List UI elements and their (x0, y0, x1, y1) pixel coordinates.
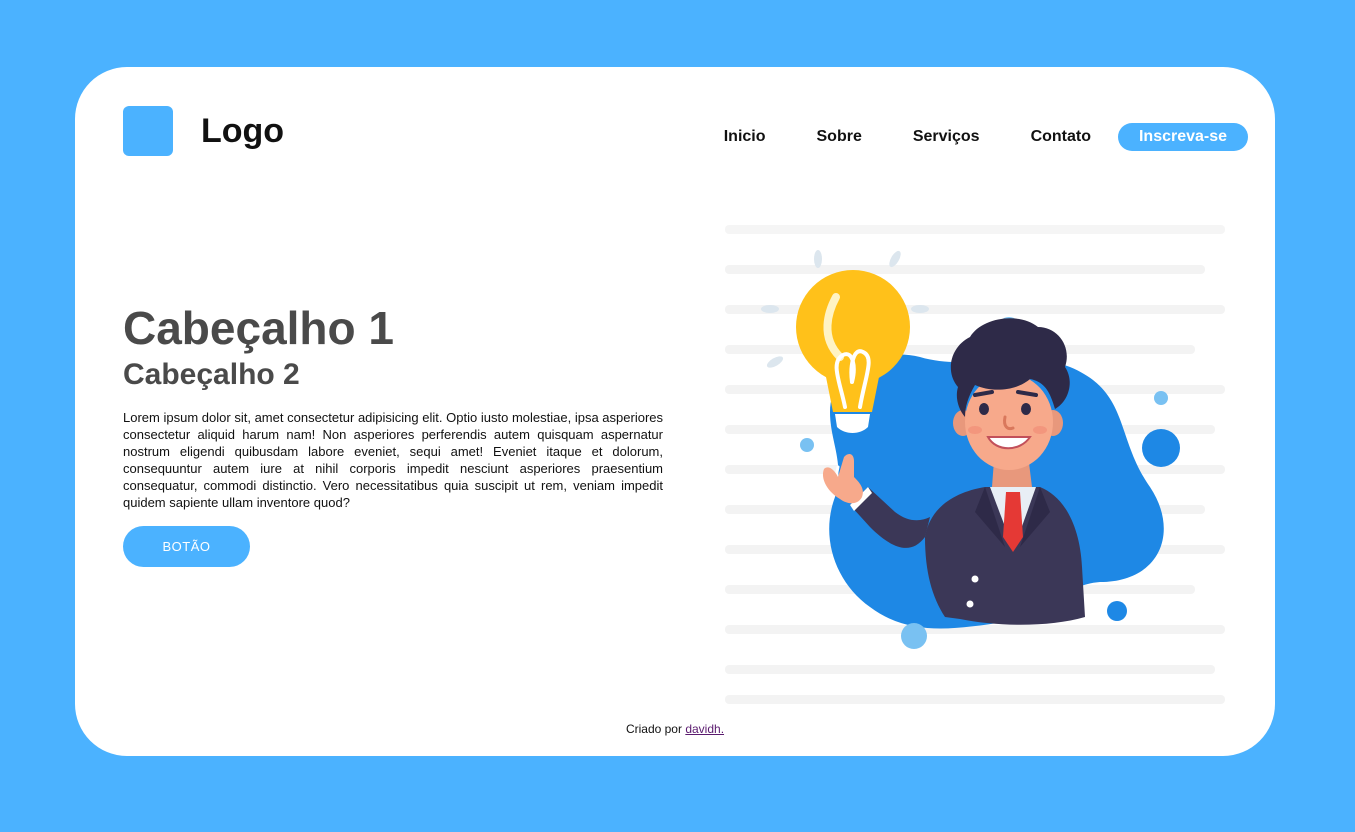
nav-link-sobre[interactable]: Sobre (817, 123, 862, 151)
eye-right (1021, 403, 1031, 415)
suit-button (966, 600, 974, 608)
eye-left (979, 403, 989, 415)
footer-author-link[interactable]: davidh. (685, 722, 724, 736)
nav-link-inicio[interactable]: Inicio (724, 123, 766, 151)
dot-bottom-light (901, 623, 927, 649)
main-nav: Inicio Sobre Serviços Contato Inscreva-s… (724, 123, 1248, 151)
hero-paragraph: Lorem ipsum dolor sit, amet consectetur … (123, 410, 663, 510)
dot-bottom-blue (1107, 601, 1127, 621)
suit-button (971, 575, 979, 583)
dot-blue-large (1142, 429, 1180, 467)
heading-2: Cabeçalho 2 (123, 358, 300, 391)
dot-small-light (1154, 391, 1168, 405)
heading-1: Cabeçalho 1 (123, 302, 394, 354)
hero-button[interactable]: BOTÃO (123, 526, 250, 567)
dot-left-light (800, 438, 814, 452)
footer: Criado por davidh. (75, 722, 1275, 736)
businessman-idea-illustration (725, 225, 1225, 704)
footer-prefix: Criado por (625, 722, 682, 736)
nav-link-servicos[interactable]: Serviços (913, 123, 980, 151)
nav-link-contato[interactable]: Contato (1031, 123, 1091, 151)
logo-text[interactable]: Logo (201, 111, 284, 151)
landing-card: Logo Inicio Sobre Serviços Contato Inscr… (75, 67, 1275, 756)
logo-icon[interactable] (123, 106, 173, 156)
signup-button[interactable]: Inscreva-se (1118, 123, 1248, 151)
